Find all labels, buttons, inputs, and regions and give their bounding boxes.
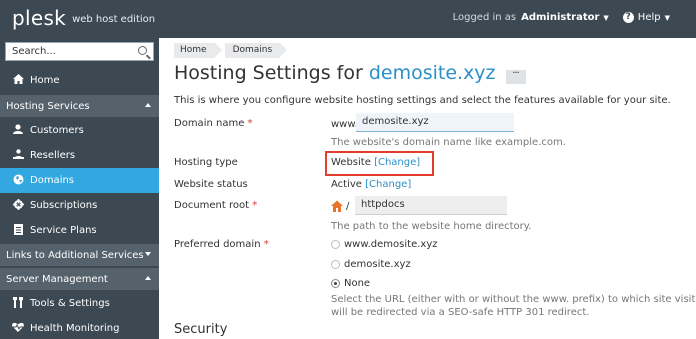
user-icon (0, 124, 30, 137)
website-status-text: Active (331, 179, 362, 190)
highlight-box (325, 151, 434, 176)
option-none[interactable]: None (344, 278, 370, 289)
website-status-label: Website status (174, 179, 248, 190)
search-icon[interactable] (138, 46, 147, 55)
main-content: Home Domains Hosting Settings for demosi… (159, 38, 696, 339)
sidebar-item-tools-settings[interactable]: Tools & Settings (0, 291, 159, 316)
preferred-domain-label: Preferred domain * (174, 239, 269, 250)
help-menu[interactable]: Help (638, 12, 661, 23)
hosting-type-label: Hosting type (174, 157, 238, 168)
sidebar-item-label: Domains (30, 175, 75, 186)
breadcrumb-home[interactable]: Home (174, 43, 222, 58)
docroot-separator: / (346, 201, 350, 212)
sidebar-item-domains[interactable]: Domains (0, 168, 159, 193)
sidebar-item-label: Home (30, 75, 60, 86)
page-title: Hosting Settings for demosite.xyz ··· (174, 62, 526, 84)
logo-text: plesk (12, 6, 67, 30)
logged-in-label: Logged in as (452, 12, 517, 23)
radio-none[interactable] (331, 279, 340, 288)
globe-icon (0, 174, 30, 188)
domain-name-input[interactable]: demosite.xyz (356, 113, 514, 132)
home-directory-icon (331, 200, 343, 212)
heart-icon (0, 322, 30, 335)
document-icon (0, 223, 30, 238)
option-bare-domain[interactable]: demosite.xyz (344, 259, 411, 270)
expand-icon[interactable] (145, 252, 151, 256)
section-label: Hosting Services (6, 100, 90, 112)
reseller-icon (0, 149, 30, 162)
section-label: Links to Additional Services (6, 249, 144, 261)
www-prefix: www. (331, 119, 358, 130)
page-intro: This is where you configure website host… (174, 95, 671, 106)
sidebar-item-health-monitoring[interactable]: Health Monitoring (0, 316, 159, 339)
sidebar-item-service-plans[interactable]: Service Plans (0, 218, 159, 243)
section-server-management[interactable]: Server Management (0, 268, 159, 290)
preferred-domain-hint-2: will be redirected via a SEO-safe HTTP 3… (331, 307, 590, 318)
sidebar-item-label: Health Monitoring (30, 323, 120, 334)
caret-down-icon[interactable]: ▼ (603, 14, 608, 22)
gear-icon (0, 198, 30, 213)
collapse-icon[interactable] (145, 103, 151, 107)
title-site-link[interactable]: demosite.xyz (369, 62, 496, 84)
sidebar-item-customers[interactable]: Customers (0, 118, 159, 143)
title-prefix: Hosting Settings for (174, 62, 363, 84)
required-mark: * (263, 239, 269, 250)
radio-bare-domain[interactable] (331, 260, 340, 269)
radio-www-domain[interactable] (331, 240, 340, 249)
sidebar-item-label: Customers (30, 125, 84, 136)
domain-name-label-text: Domain name (174, 118, 245, 129)
caret-down-icon[interactable]: ▼ (665, 14, 670, 22)
collapse-icon[interactable] (145, 276, 151, 280)
preferred-domain-label-text: Preferred domain (174, 239, 261, 250)
section-links-additional[interactable]: Links to Additional Services (0, 244, 159, 266)
tools-icon (0, 296, 30, 311)
search-input[interactable]: Search... (5, 42, 154, 61)
sidebar: Search... Home Hosting Services Customer… (0, 38, 159, 339)
help-icon[interactable]: ? (622, 12, 634, 23)
breadcrumb: Home Domains (174, 43, 290, 58)
home-icon (0, 74, 30, 87)
sidebar-item-label: Subscriptions (30, 200, 98, 211)
section-label: Server Management (6, 273, 108, 285)
more-actions-button[interactable]: ··· (505, 69, 526, 84)
sidebar-item-resellers[interactable]: Resellers (0, 143, 159, 168)
top-bar: plesk web host edition Logged in as Admin… (0, 0, 696, 38)
document-root-hint: The path to the website home directory. (331, 221, 532, 232)
required-mark: * (252, 200, 258, 211)
sidebar-item-label: Tools & Settings (30, 298, 110, 309)
breadcrumb-domains[interactable]: Domains (224, 43, 287, 58)
search-placeholder: Search... (12, 46, 56, 57)
sidebar-item-label: Resellers (30, 150, 76, 161)
plesk-logo[interactable]: plesk web host edition (12, 6, 155, 30)
document-root-label: Document root * (174, 200, 257, 211)
sidebar-item-subscriptions[interactable]: Subscriptions (0, 193, 159, 218)
sidebar-item-label: Service Plans (30, 225, 97, 236)
option-www-domain[interactable]: www.demosite.xyz (344, 239, 437, 250)
user-menu[interactable]: Administrator (521, 12, 599, 23)
section-hosting-services[interactable]: Hosting Services (0, 95, 159, 117)
document-root-label-text: Document root (174, 200, 250, 211)
change-status-link[interactable]: [Change] (365, 179, 411, 190)
domain-name-hint: The website's domain name like example.c… (331, 137, 566, 148)
document-root-input[interactable]: httpdocs (355, 196, 507, 215)
required-mark: * (247, 118, 253, 129)
edition-label: web host edition (72, 14, 156, 25)
website-status-value: Active [Change] (331, 179, 411, 190)
domain-name-label: Domain name * (174, 118, 253, 129)
preferred-domain-hint-1: Select the URL (either with or without t… (331, 294, 696, 305)
security-heading: Security (174, 322, 228, 337)
sidebar-item-home[interactable]: Home (0, 68, 159, 93)
